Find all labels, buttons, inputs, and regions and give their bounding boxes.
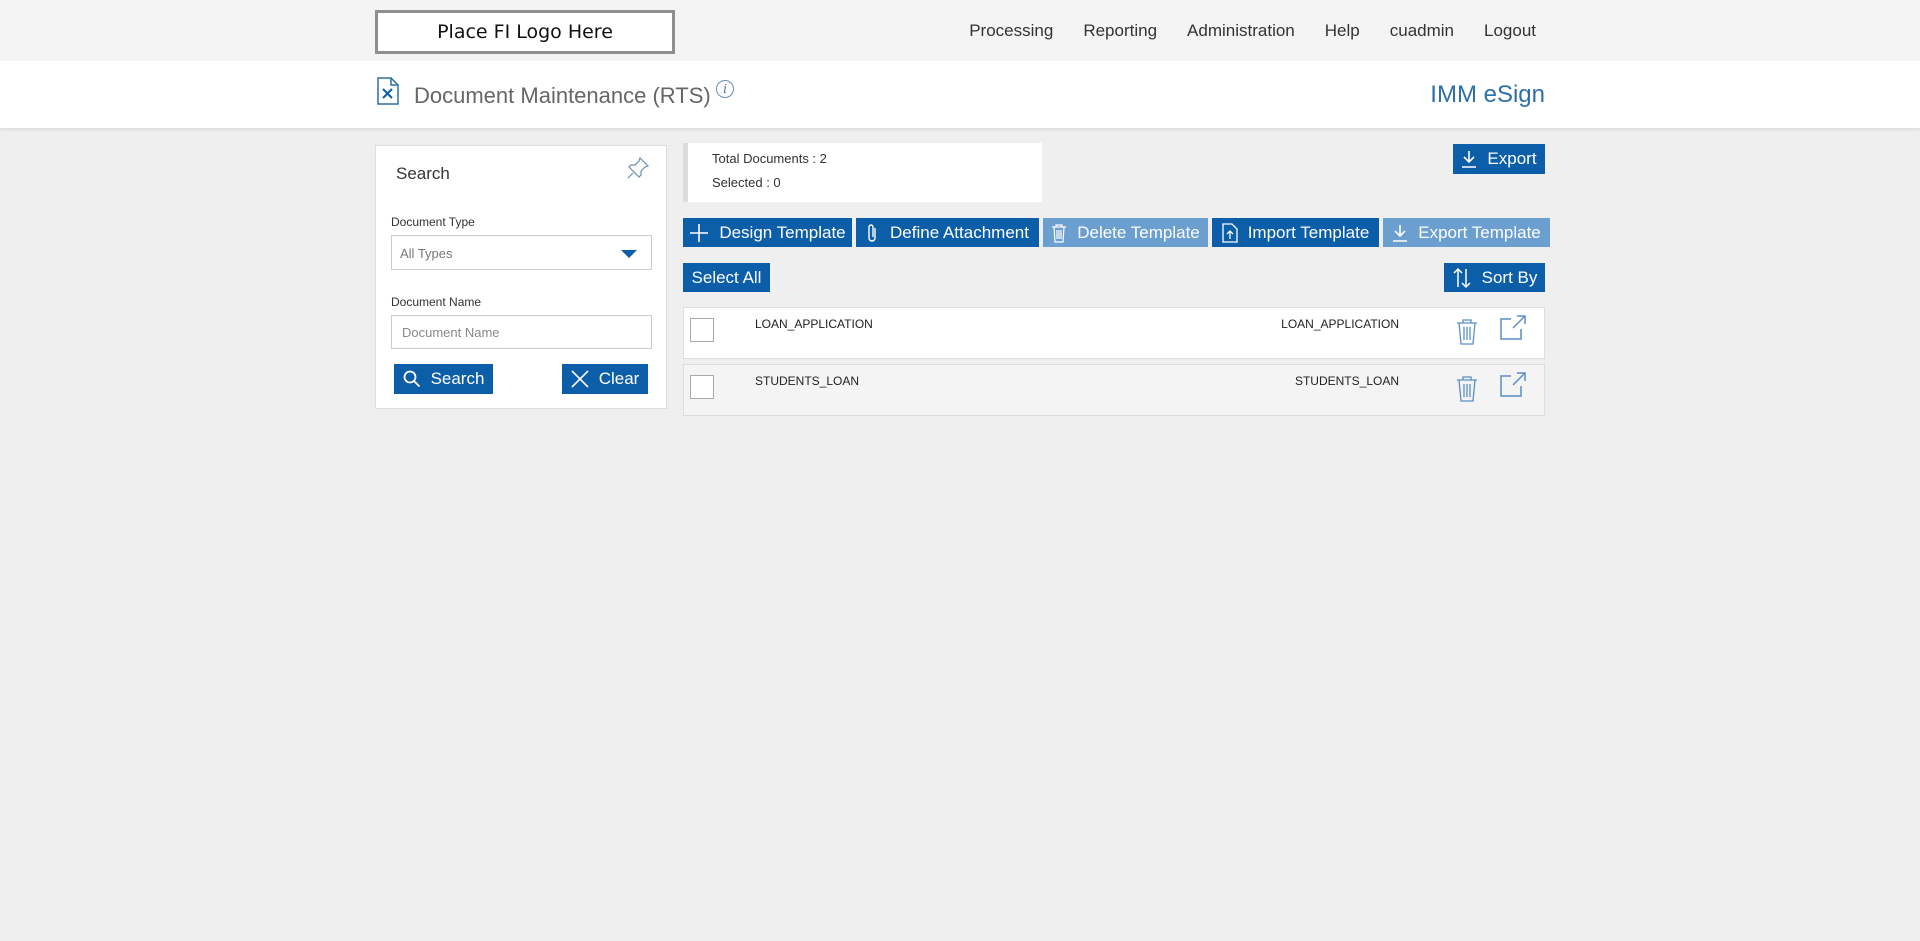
document-name: LOAN_APPLICATION: [755, 317, 873, 331]
design-template-button[interactable]: Design Template: [683, 218, 852, 247]
sort-icon: [1453, 267, 1471, 288]
delete-template-label: Delete Template: [1077, 222, 1200, 242]
nav-reporting[interactable]: Reporting: [1083, 21, 1157, 41]
chevron-down-icon: [621, 250, 637, 258]
nav-logout[interactable]: Logout: [1484, 21, 1536, 41]
open-external-icon[interactable]: [1499, 314, 1527, 342]
clear-button[interactable]: Clear: [562, 364, 648, 394]
search-button[interactable]: Search: [394, 364, 493, 394]
row-checkbox[interactable]: [690, 375, 714, 399]
paperclip-icon: [868, 223, 876, 242]
top-bar: Place FI Logo Here Processing Reporting …: [0, 0, 1920, 61]
document-name-input[interactable]: [391, 315, 652, 349]
document-name: STUDENTS_LOAN: [755, 374, 860, 388]
info-icon[interactable]: i: [716, 80, 734, 98]
nav-help[interactable]: Help: [1325, 21, 1360, 41]
search-panel-title: Search: [396, 164, 450, 183]
title-bar: Document Maintenance (RTS) i IMM eSign: [0, 61, 1920, 128]
document-type-name: LOAN_APPLICATION: [1281, 317, 1399, 331]
search-panel: Search Document Type All Types Document …: [375, 145, 667, 409]
define-attachment-label: Define Attachment: [890, 222, 1029, 242]
document-type-name: STUDENTS_LOAN: [1294, 374, 1399, 388]
clear-button-label: Clear: [598, 369, 640, 388]
nav-processing[interactable]: Processing: [969, 21, 1053, 41]
trash-icon[interactable]: [1455, 318, 1479, 346]
export-button[interactable]: Export: [1453, 144, 1545, 174]
import-template-button[interactable]: Import Template: [1212, 218, 1379, 247]
export-button-label: Export: [1487, 149, 1537, 168]
download-icon: [1393, 224, 1408, 242]
total-documents: Total Documents : 2: [712, 151, 827, 166]
search-button-label: Search: [430, 369, 485, 388]
nav-user[interactable]: cuadmin: [1390, 21, 1454, 41]
select-all-label: Select All: [691, 267, 762, 287]
document-icon: [377, 77, 399, 105]
open-external-icon[interactable]: [1499, 371, 1527, 399]
import-template-label: Import Template: [1247, 222, 1370, 242]
design-template-label: Design Template: [719, 222, 846, 242]
fi-logo-placeholder: Place FI Logo Here: [375, 10, 675, 54]
delete-template-button[interactable]: Delete Template: [1043, 218, 1208, 247]
row-checkbox[interactable]: [690, 318, 714, 342]
trash-icon: [1052, 223, 1067, 243]
document-summary: Total Documents : 2 Selected : 0: [683, 143, 1042, 202]
page-title: Document Maintenance (RTS): [414, 83, 711, 108]
document-type-label: Document Type: [391, 215, 475, 229]
import-file-icon: [1222, 222, 1238, 243]
nav-administration[interactable]: Administration: [1187, 21, 1295, 41]
plus-icon: [690, 223, 709, 242]
selected-count: Selected : 0: [712, 175, 781, 190]
pin-icon[interactable]: [626, 156, 650, 180]
search-icon: [403, 370, 420, 388]
document-row[interactable]: STUDENTS_LOAN STUDENTS_LOAN: [683, 364, 1545, 416]
main-nav: Processing Reporting Administration Help…: [939, 0, 1536, 61]
export-template-button[interactable]: Export Template: [1383, 218, 1550, 247]
document-name-label: Document Name: [391, 295, 482, 309]
sort-by-label: Sort By: [1481, 267, 1538, 287]
define-attachment-button[interactable]: Define Attachment: [856, 218, 1039, 247]
select-all-button[interactable]: Select All: [683, 263, 770, 292]
brand-name: IMM eSign: [1430, 81, 1545, 108]
export-template-label: Export Template: [1418, 222, 1541, 242]
close-icon: [571, 370, 589, 388]
document-type-select[interactable]: All Types: [391, 235, 652, 270]
document-type-value: All Types: [400, 246, 453, 261]
sort-by-button[interactable]: Sort By: [1444, 263, 1545, 292]
trash-icon[interactable]: [1455, 375, 1479, 403]
document-row[interactable]: LOAN_APPLICATION LOAN_APPLICATION: [683, 307, 1545, 359]
download-icon: [1462, 151, 1477, 168]
